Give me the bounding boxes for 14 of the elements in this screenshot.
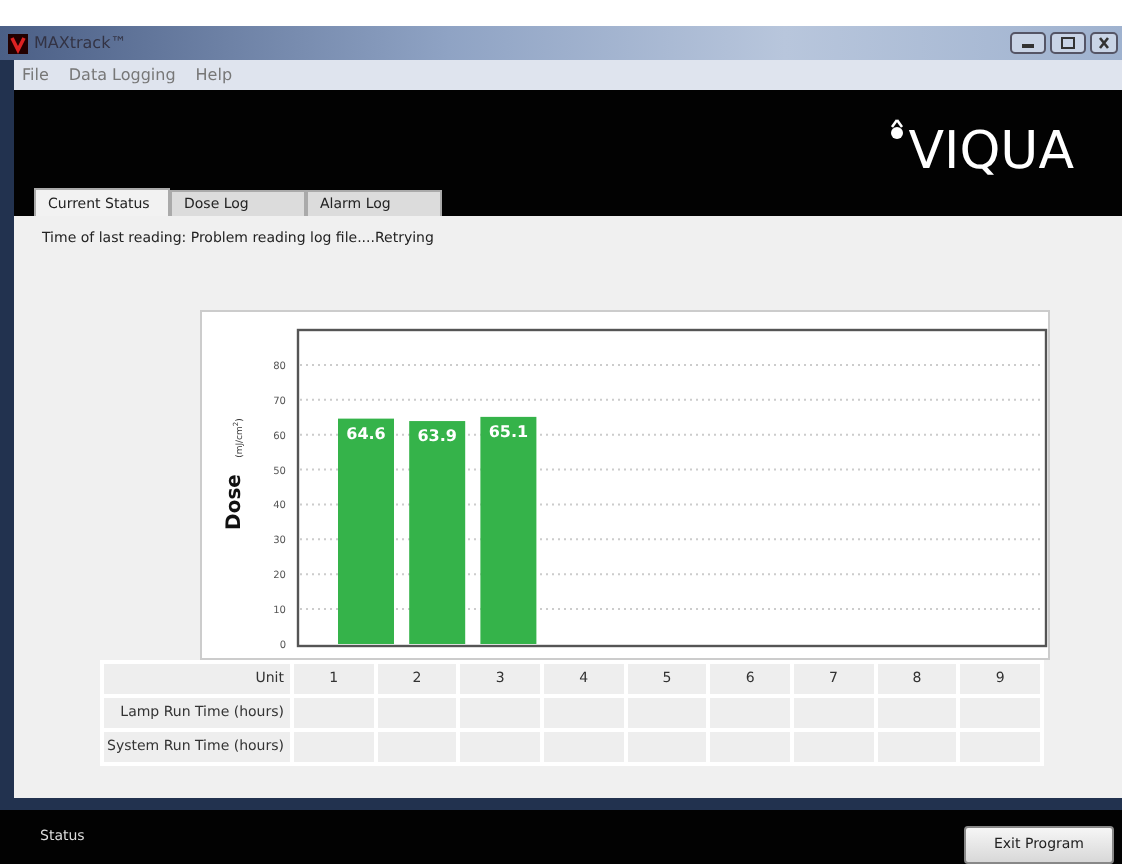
minimize-icon[interactable] — [1010, 32, 1046, 54]
menu-item[interactable]: Data Logging — [68, 63, 176, 87]
window-title: MAXtrack™ — [34, 31, 127, 55]
y-axis-label: Dose — [224, 473, 246, 529]
close-icon[interactable] — [1090, 32, 1118, 54]
bar-value-label: 63.9 — [417, 426, 457, 445]
bar-value-label: 64.6 — [346, 423, 386, 442]
menu-item[interactable]: Help — [195, 63, 233, 87]
menu-item[interactable]: File — [22, 63, 49, 87]
bar-value-label: 65.1 — [488, 421, 529, 440]
app-logo-icon — [8, 33, 28, 53]
brand-logo-text: VIQUA — [908, 126, 1074, 178]
maximize-icon[interactable] — [1050, 32, 1086, 54]
droplet-icon — [888, 118, 907, 140]
